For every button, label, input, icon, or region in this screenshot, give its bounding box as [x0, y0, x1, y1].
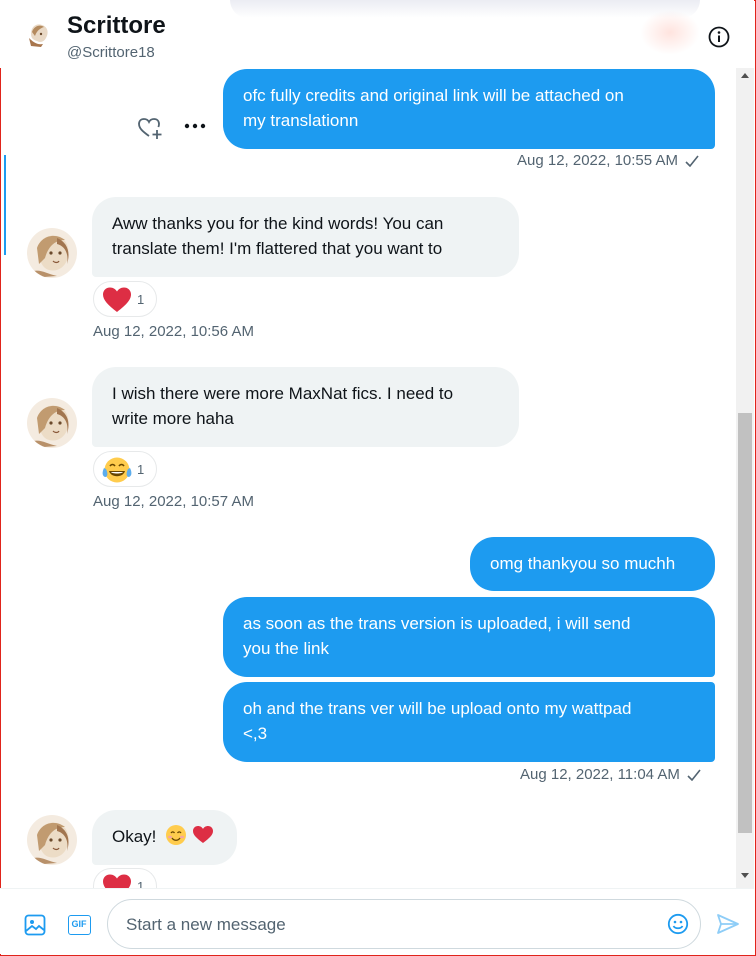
message-timestamp: Aug 12, 2022, 10:56 AM: [93, 323, 254, 340]
message-input[interactable]: Start a new message: [107, 899, 701, 949]
read-check-icon: [687, 769, 701, 781]
message-composer: GIF Start a new message: [0, 888, 754, 954]
page-title: Scrittore: [67, 12, 166, 39]
message-line: <,3: [243, 724, 268, 743]
message-timestamp: Aug 12, 2022, 10:57 AM: [93, 493, 254, 510]
emoji-icon[interactable]: [667, 913, 689, 935]
user-handle[interactable]: @Scrittore18: [67, 44, 155, 61]
gif-label: GIF: [71, 919, 87, 929]
red-heart-icon: [192, 826, 213, 843]
message-bubble-incoming[interactable]: I wish there were more MaxNat fics. I ne…: [92, 367, 519, 447]
red-heart-icon: [103, 287, 131, 312]
message-line: I wish there were more MaxNat fics. I ne…: [112, 384, 454, 403]
message-line: ofc fully credits and original link will…: [243, 86, 624, 105]
message-bubble-outgoing[interactable]: oh and the trans ver will be upload onto…: [223, 682, 715, 762]
header-glow: [230, 0, 700, 18]
message-timestamp: Aug 12, 2022, 11:04 AM: [520, 766, 701, 783]
read-check-icon: [685, 155, 699, 167]
avatar[interactable]: [27, 398, 77, 448]
message-line: translate them! I'm flattered that you w…: [112, 239, 443, 258]
message-line: write more haha: [112, 409, 234, 428]
message-line: oh and the trans ver will be upload onto…: [243, 699, 632, 718]
image-icon[interactable]: [24, 914, 46, 936]
header-glow-accent: [640, 10, 700, 55]
message-bubble-outgoing[interactable]: omg thankyou so muchh: [470, 537, 715, 591]
info-icon[interactable]: [708, 26, 730, 48]
message-input-placeholder: Start a new message: [126, 915, 286, 934]
scrollbar-thumb[interactable]: [738, 413, 752, 833]
reaction-count: 1: [137, 462, 145, 477]
smiling-face-icon: [166, 825, 187, 845]
message-line: my translationn: [243, 111, 359, 130]
message-line: Okay!: [112, 827, 157, 846]
more-options-icon[interactable]: [184, 123, 206, 129]
scroll-down-arrow[interactable]: [741, 873, 749, 878]
conversation-header: Scrittore @Scrittore18: [0, 0, 754, 68]
reaction-count: 1: [137, 879, 145, 888]
message-line: Aww thanks you for the kind words! You c…: [112, 214, 444, 233]
red-heart-icon: [103, 874, 131, 888]
message-timestamp: Aug 12, 2022, 10:55 AM: [517, 152, 699, 169]
add-reaction-icon[interactable]: [137, 116, 163, 140]
tears-of-joy-icon: [102, 457, 132, 483]
reaction-count: 1: [137, 292, 145, 307]
message-bubble-incoming[interactable]: Okay!: [92, 810, 237, 865]
avatar[interactable]: [27, 815, 77, 865]
scroll-up-arrow[interactable]: [741, 73, 749, 78]
send-icon[interactable]: [716, 913, 740, 935]
message-line: as soon as the trans version is uploaded…: [243, 614, 631, 633]
selection-indicator: [4, 155, 6, 255]
reaction-pill[interactable]: 1: [93, 868, 157, 888]
reaction-pill[interactable]: 1: [93, 281, 157, 317]
message-line: you the link: [243, 639, 329, 658]
reaction-pill[interactable]: 1: [93, 451, 157, 487]
message-bubble-outgoing[interactable]: ofc fully credits and original link will…: [223, 69, 715, 149]
message-line: omg thankyou so muchh: [490, 554, 676, 573]
message-bubble-incoming[interactable]: Aww thanks you for the kind words! You c…: [92, 197, 519, 277]
avatar[interactable]: [27, 228, 77, 278]
header-avatar[interactable]: [25, 20, 53, 48]
gif-button[interactable]: GIF: [68, 915, 91, 935]
message-bubble-outgoing[interactable]: as soon as the trans version is uploaded…: [223, 597, 715, 677]
